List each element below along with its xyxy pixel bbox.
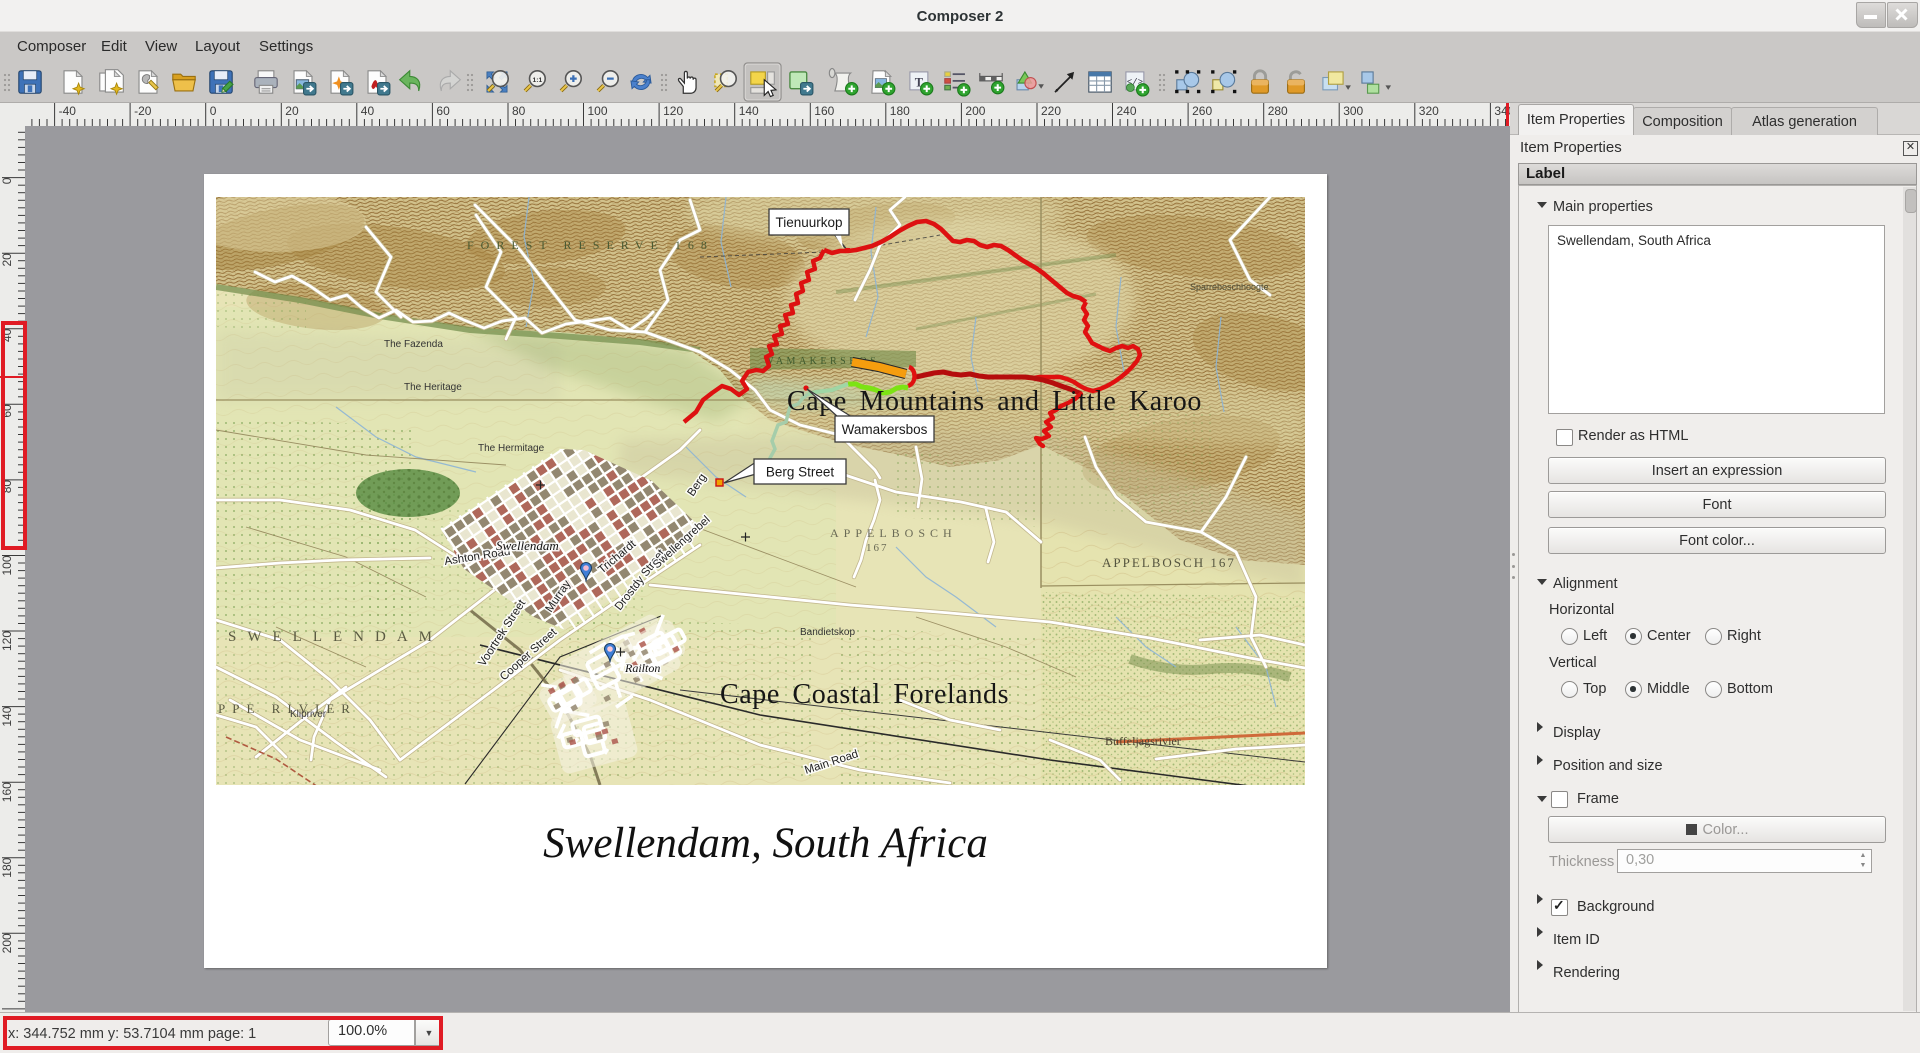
- svg-text:The Hermitage: The Hermitage: [478, 443, 545, 454]
- svg-text:100: 100: [0, 555, 14, 575]
- svg-text:200: 200: [0, 933, 14, 953]
- svg-text:160: 160: [814, 104, 834, 118]
- svg-text:240: 240: [1117, 104, 1137, 118]
- svg-text:220: 220: [1041, 104, 1061, 118]
- svg-text:100: 100: [588, 104, 608, 118]
- svg-text:167: 167: [866, 542, 889, 554]
- svg-text:1:1: 1:1: [533, 77, 543, 84]
- svg-text:SWELLENDAM: SWELLENDAM: [228, 629, 443, 645]
- svg-text:120: 120: [663, 104, 683, 118]
- svg-text:40: 40: [361, 104, 375, 118]
- svg-text:20: 20: [285, 104, 299, 118]
- svg-text:60: 60: [436, 104, 450, 118]
- svg-text:Buffeljagsrivier: Buffeljagsrivier: [1105, 734, 1181, 748]
- svg-text:Tienuurkop: Tienuurkop: [775, 215, 842, 230]
- svg-text:Sparreboschhoogte: Sparreboschhoogte: [1190, 282, 1269, 292]
- svg-text:0: 0: [0, 177, 14, 184]
- svg-text:140: 140: [739, 104, 759, 118]
- svg-text:-20: -20: [134, 104, 152, 118]
- svg-text:PPE RIVIER: PPE RIVIER: [218, 701, 357, 716]
- svg-text:120: 120: [0, 631, 14, 651]
- svg-text:The Fazenda: The Fazenda: [384, 339, 443, 350]
- svg-text:80: 80: [512, 104, 526, 118]
- svg-text:Cape Mountains and Little Karo: Cape Mountains and Little Karoo: [787, 386, 1202, 417]
- svg-text:0: 0: [210, 104, 217, 118]
- svg-text:Wamakersbos: Wamakersbos: [842, 422, 928, 437]
- svg-text:APPELBOSCH 167: APPELBOSCH 167: [1102, 555, 1236, 570]
- svg-text:200: 200: [965, 104, 985, 118]
- svg-text:Railton: Railton: [624, 661, 660, 675]
- svg-text:260: 260: [1192, 104, 1212, 118]
- svg-text:300: 300: [1343, 104, 1363, 118]
- svg-text:180: 180: [0, 857, 14, 877]
- svg-text:160: 160: [0, 782, 14, 802]
- svg-text:180: 180: [890, 104, 910, 118]
- svg-text:The Heritage: The Heritage: [404, 382, 462, 393]
- svg-text:320: 320: [1419, 104, 1439, 118]
- svg-text:140: 140: [0, 706, 14, 726]
- svg-text:FOREST RESERVE 168: FOREST RESERVE 168: [467, 238, 714, 252]
- svg-text:APPELBOSCH: APPELBOSCH: [830, 526, 957, 540]
- svg-text:Cape Coastal Forelands: Cape Coastal Forelands: [720, 679, 1009, 710]
- svg-text:Swellendam: Swellendam: [496, 538, 559, 553]
- svg-text:20: 20: [0, 253, 14, 267]
- svg-text:Berg Street: Berg Street: [766, 465, 835, 480]
- svg-text:280: 280: [1268, 104, 1288, 118]
- svg-text:-40: -40: [59, 104, 77, 118]
- svg-text:Bandietskop: Bandietskop: [800, 627, 855, 638]
